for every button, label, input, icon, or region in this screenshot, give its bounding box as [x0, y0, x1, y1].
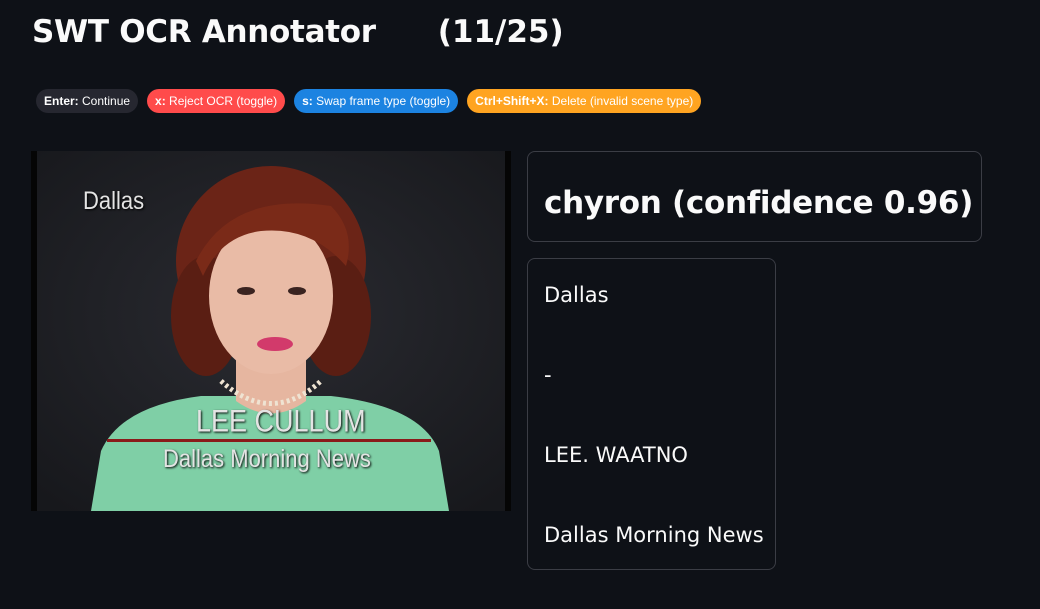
title-row: SWT OCR Annotator (11/25) [32, 14, 564, 50]
reject-ocr-shortcut-badge: x: Reject OCR (toggle) [147, 89, 286, 113]
shortcut-label: Swap frame type (toggle) [312, 94, 451, 108]
ocr-line: Dallas [544, 283, 609, 307]
shortcut-key: x: [155, 94, 166, 108]
shortcut-key: Ctrl+Shift+X: [475, 94, 549, 108]
frame-name-caption: LEE CULLUM [196, 403, 366, 439]
frame-org-caption: Dallas Morning News [163, 444, 371, 473]
shortcut-key: s: [302, 94, 313, 108]
frame-counter: (11/25) [437, 14, 564, 50]
frame-type-card: chyron (confidence 0.96) [527, 151, 982, 242]
shortcut-legend: Enter: Continue x: Reject OCR (toggle) s… [36, 89, 702, 113]
delete-shortcut-badge: Ctrl+Shift+X: Delete (invalid scene type… [467, 89, 702, 113]
app-root: SWT OCR Annotator (11/25) Enter: Continu… [0, 0, 1040, 609]
shortcut-label: Delete (invalid scene type) [548, 94, 694, 108]
frame-location-caption: Dallas [83, 186, 145, 215]
continue-shortcut-badge: Enter: Continue [36, 89, 139, 113]
shortcut-key: Enter: [44, 94, 79, 108]
shortcut-label: Continue [78, 94, 131, 108]
ocr-line: Dallas Morning News [544, 523, 764, 547]
ocr-results-card: Dallas - LEE. WAATNO Dallas Morning News [527, 258, 776, 570]
ocr-line: LEE. WAATNO [544, 443, 688, 467]
swap-frame-type-shortcut-badge: s: Swap frame type (toggle) [294, 89, 459, 113]
video-frame-image: Dallas LEE CULLUM Dallas Morning News [31, 151, 511, 511]
page-title: SWT OCR Annotator [32, 14, 376, 50]
ocr-line: - [544, 363, 552, 387]
frame-type-prediction: chyron (confidence 0.96) [544, 185, 974, 221]
shortcut-label: Reject OCR (toggle) [165, 94, 278, 108]
